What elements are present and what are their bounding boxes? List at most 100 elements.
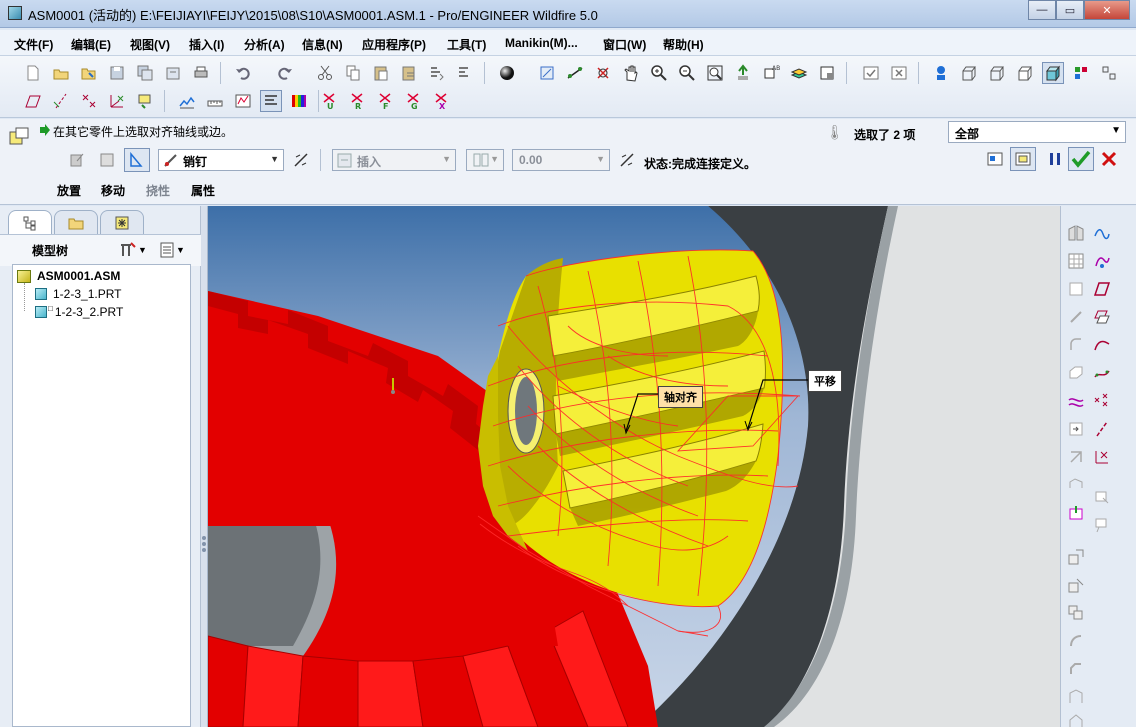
maximize-button[interactable]: ▭ [1056,0,1084,20]
use-interface-icon[interactable] [64,148,90,172]
pattern-icon[interactable] [1065,250,1087,272]
repeat-component-icon[interactable] [1065,602,1087,624]
selection-filter[interactable]: 全部 ▼ [948,121,1126,143]
tree-node-asm0001[interactable]: ASM0001.ASM [17,267,120,285]
callout-axis-align[interactable]: 轴对齐 [658,386,703,408]
solidify-icon[interactable] [1065,278,1087,300]
mirror-icon[interactable] [1065,222,1087,244]
tree-node-part-2[interactable]: □ 1-2-3_2.PRT [35,303,123,321]
constraint-type-select[interactable]: 插入 ▼ [332,149,456,171]
analysis-icon[interactable] [176,90,198,112]
menu-analysis[interactable]: 分析(A) [244,36,285,53]
datum-axis-side-icon[interactable] [1091,418,1113,440]
tab-properties[interactable]: 属性 [191,182,215,199]
regenerate-icon[interactable] [426,62,448,84]
zoom-in-icon[interactable] [648,62,670,84]
undo-icon[interactable] [232,62,254,84]
new-icon[interactable] [22,62,44,84]
window-close-icon[interactable] [888,62,910,84]
assembly-window-icon[interactable] [1010,147,1036,171]
spectrum-icon[interactable] [232,90,254,112]
hidden-line-icon[interactable] [986,62,1008,84]
curve-through-points-icon[interactable] [1091,362,1113,384]
window-activate-icon[interactable] [860,62,882,84]
shading-sphere-icon[interactable] [496,62,518,84]
csys-x-icon[interactable]: X [430,90,452,112]
hole-icon[interactable] [1065,502,1087,524]
tab-favorites[interactable] [100,210,144,234]
tree-settings-button[interactable]: ▼ [118,240,154,260]
csys-side-icon[interactable] [1091,446,1113,468]
insert-mode-icon[interactable] [1065,418,1087,440]
menu-view[interactable]: 视图(V) [130,36,170,53]
tab-move[interactable]: 移动 [101,182,125,199]
csys-u-icon[interactable]: U [318,90,340,112]
callout-translate[interactable]: 平移 [808,370,842,392]
no-hidden-icon[interactable] [1014,62,1036,84]
point-display-icon[interactable] [78,90,100,112]
assemble-component-icon[interactable] [1065,546,1087,568]
save-icon[interactable] [106,62,128,84]
tab-model-tree[interactable] [8,210,52,234]
open-folder-icon[interactable] [78,62,100,84]
menu-help[interactable]: 帮助(H) [663,36,704,53]
minimize-button[interactable]: — [1028,0,1056,20]
annotation-feature-icon[interactable] [1091,514,1113,536]
shading-icon[interactable] [1042,62,1064,84]
tab-folder-browser[interactable] [54,210,98,234]
offset-type-select[interactable]: ▼ [466,149,504,171]
saved-views-icon[interactable]: ABC [760,62,782,84]
rib-icon[interactable] [1065,686,1087,708]
menu-edit[interactable]: 编辑(E) [71,36,111,53]
datum-display-icon[interactable] [1098,62,1120,84]
shell-feature-icon[interactable] [1065,710,1087,727]
menu-insert[interactable]: 插入(I) [189,36,224,53]
menu-window[interactable]: 窗口(W) [603,36,646,53]
close-button[interactable]: ✕ [1084,0,1130,20]
menu-tools[interactable]: 工具(T) [447,36,486,53]
save-copy-icon[interactable] [134,62,156,84]
redo-icon[interactable] [274,62,296,84]
datum-point-icon[interactable] [592,62,614,84]
assembly-display-icon[interactable] [1070,62,1092,84]
paste-special-icon[interactable] [398,62,420,84]
datum-axis-icon[interactable] [564,62,586,84]
component-window-icon[interactable] [982,147,1008,171]
copy-icon[interactable] [342,62,364,84]
create-component-icon[interactable] [1065,574,1087,596]
style-icon[interactable] [1091,250,1113,272]
draft-check-icon[interactable] [260,90,282,112]
plane-display-icon[interactable] [22,90,44,112]
refit-icon[interactable] [704,62,726,84]
round-icon[interactable] [1065,334,1087,356]
curve-icon[interactable] [1091,334,1113,356]
menu-manikin[interactable]: Manikin(M)... [505,36,578,50]
axis-display-icon[interactable] [50,90,72,112]
tab-flexibility[interactable]: 挠性 [146,182,170,199]
zoom-out-icon[interactable] [676,62,698,84]
annotation-display-icon[interactable] [134,90,156,112]
paste-icon[interactable] [370,62,392,84]
chamfer-icon[interactable] [1065,658,1087,680]
menu-info[interactable]: 信息(N) [302,36,343,53]
color-scale-icon[interactable] [288,90,310,112]
cut-icon[interactable] [314,62,336,84]
flip-constraint-icon[interactable] [288,148,314,172]
backup-icon[interactable] [162,62,184,84]
cut-extrude-icon[interactable] [1065,474,1087,496]
analysis-feature-icon[interactable] [1091,486,1113,508]
csys-r-icon[interactable]: R [346,90,368,112]
thicken-icon[interactable] [1065,306,1087,328]
draft-icon[interactable] [1065,446,1087,468]
shell-icon[interactable] [1065,362,1087,384]
panel-sash[interactable] [201,206,208,727]
connection-type-select[interactable]: 销钉 ▼ [158,149,284,171]
separate-window-icon[interactable] [94,148,120,172]
wireframe-icon[interactable] [958,62,980,84]
reorient-icon[interactable] [732,62,754,84]
datum-plane-icon[interactable] [536,62,558,84]
pause-icon[interactable] [1042,147,1068,171]
tree-node-part-1[interactable]: 1-2-3_1.PRT [35,285,121,303]
open-icon[interactable] [50,62,72,84]
surface-icon[interactable] [1065,390,1087,412]
